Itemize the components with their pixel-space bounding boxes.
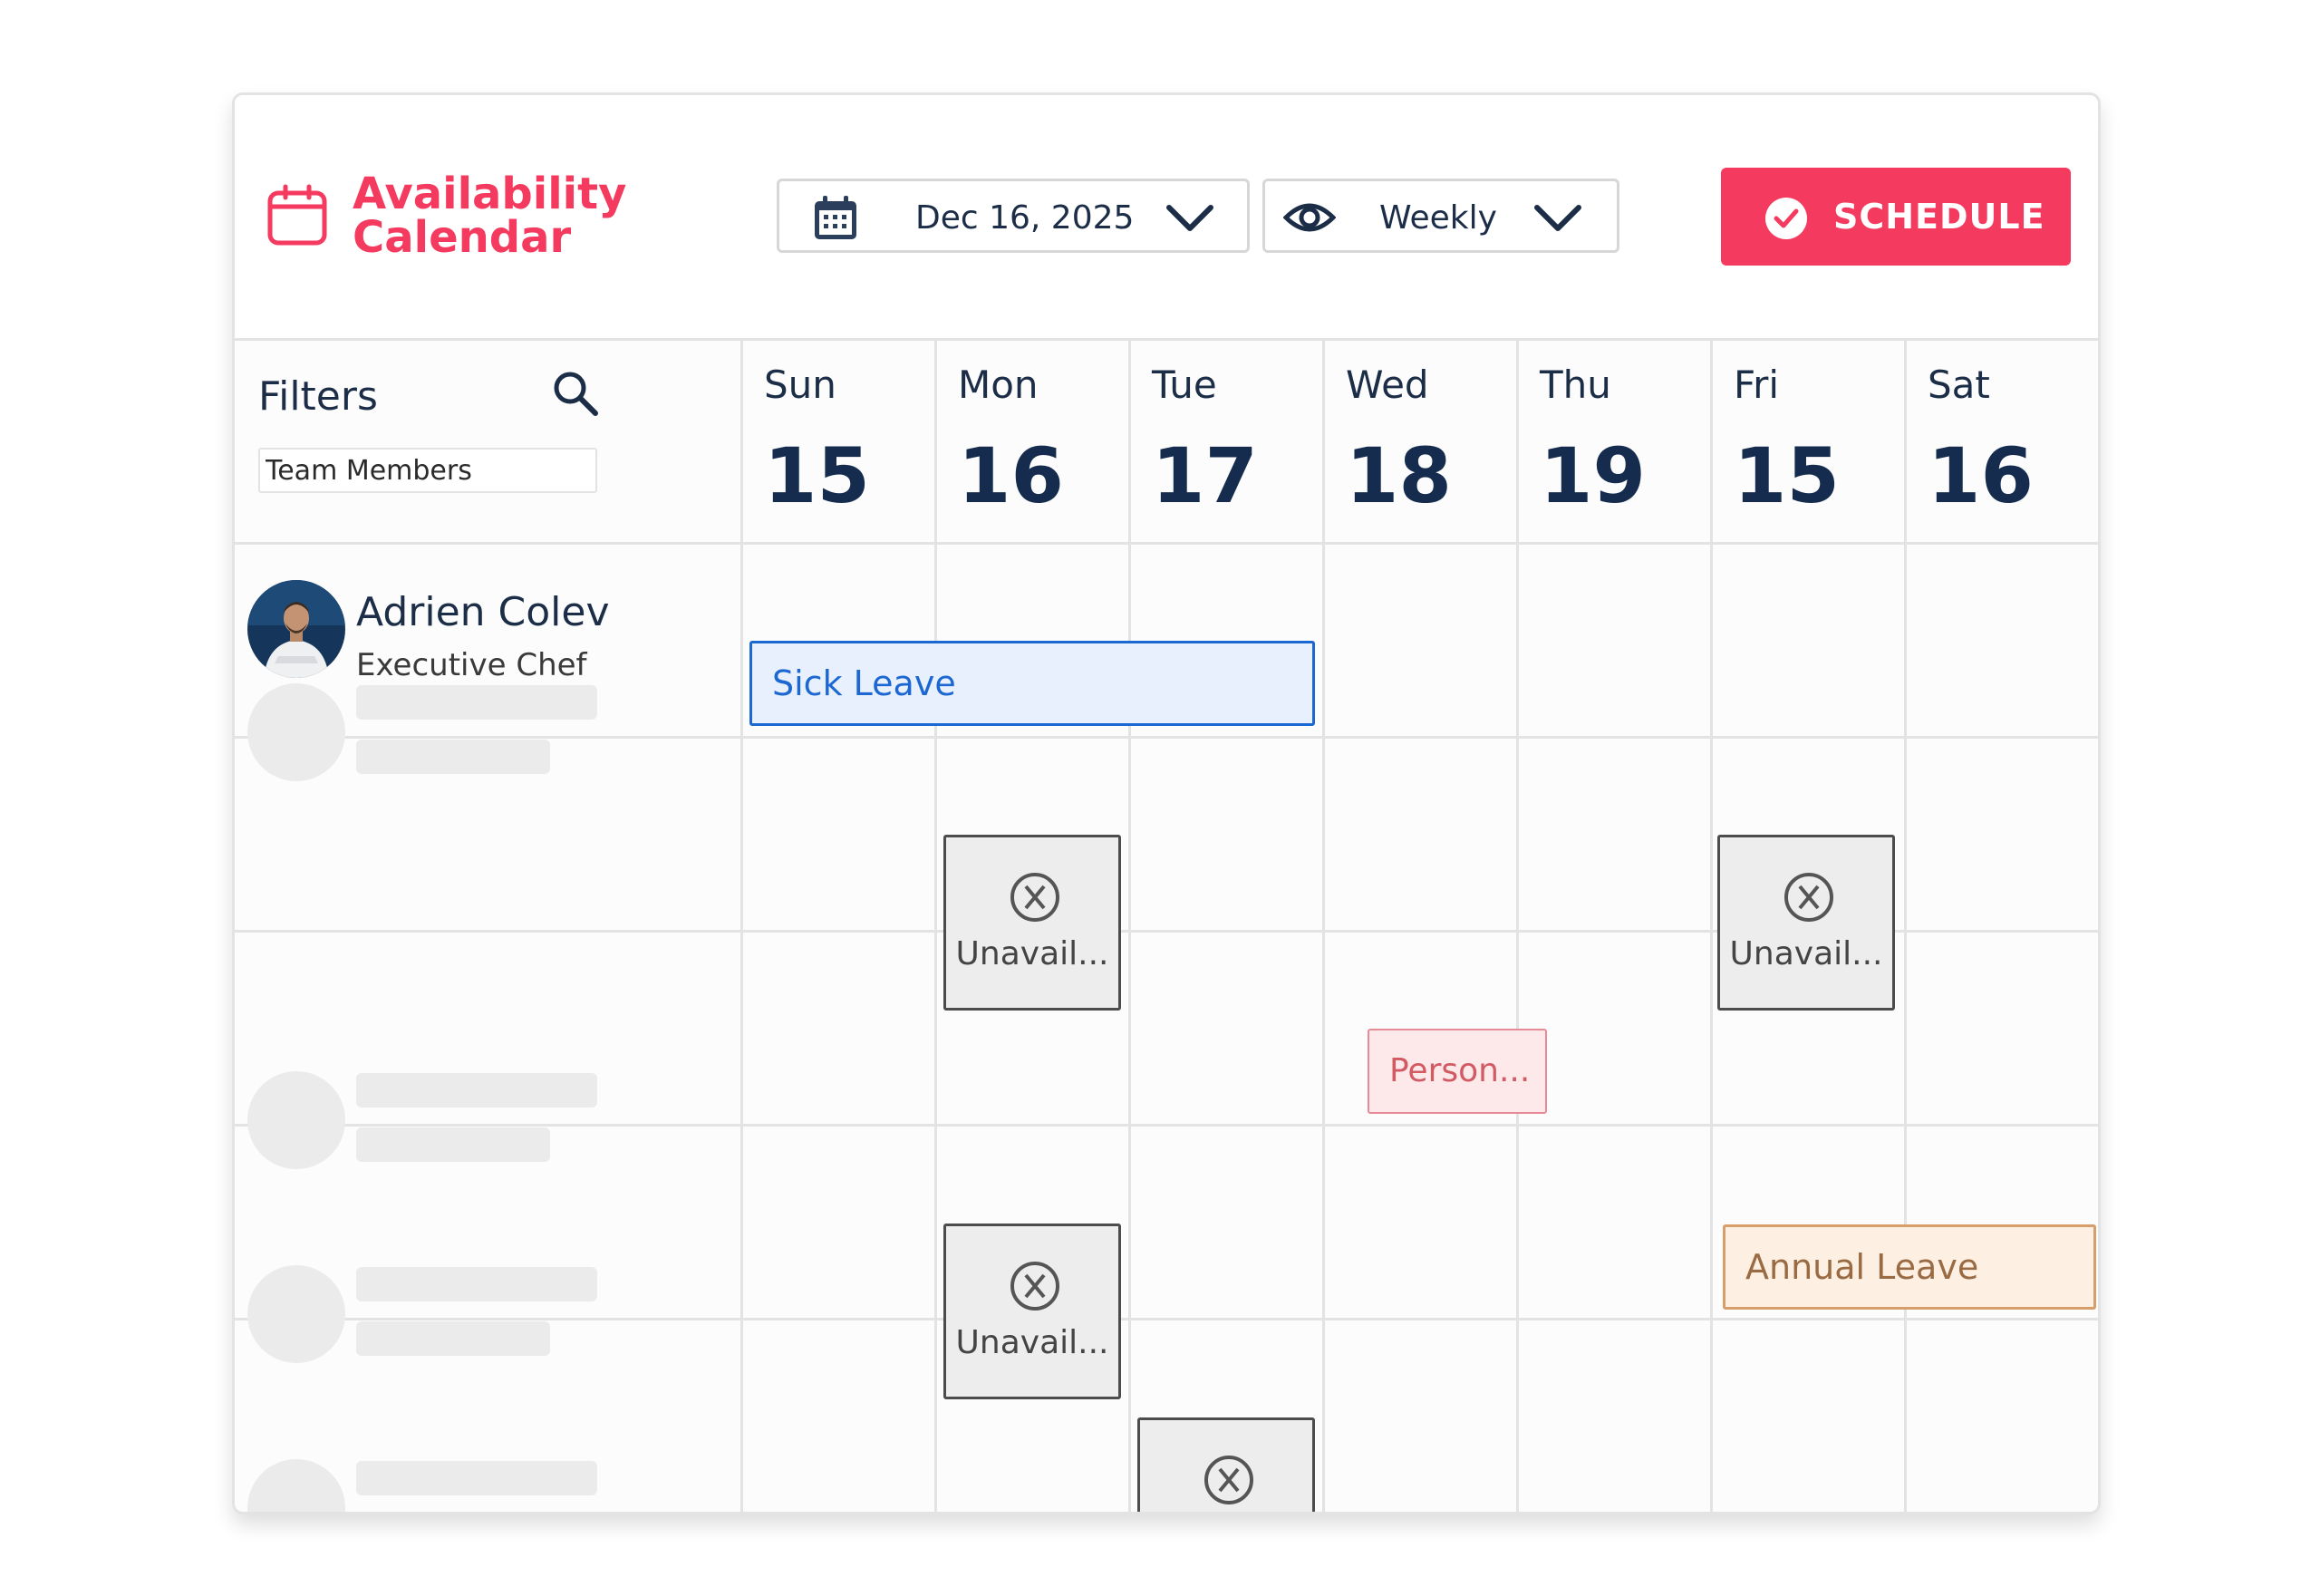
unavailable-event[interactable]: Unavail...: [943, 1224, 1121, 1399]
row-divider: [235, 542, 2098, 545]
unavailable-label: Unavail...: [955, 935, 1109, 972]
day-name-sun: Sun: [764, 363, 836, 407]
close-circle-icon: [1784, 873, 1833, 922]
day-number-thu: 19: [1540, 431, 1646, 520]
role-placeholder: [356, 1321, 550, 1356]
calendar-grid: Filters Sun 15 Mon 16 Tue 17 Wed 18 Thu …: [235, 341, 2098, 1512]
sick-leave-event[interactable]: Sick Leave: [749, 641, 1315, 726]
day-name-sat: Sat: [1928, 363, 1990, 407]
name-placeholder: [356, 1073, 597, 1108]
name-placeholder: [356, 1461, 597, 1495]
selected-date: Dec 16, 2025: [915, 199, 1135, 237]
day-number-fri: 15: [1734, 431, 1840, 520]
column-divider: [1710, 341, 1713, 1512]
day-number-wed: 18: [1346, 431, 1452, 520]
day-name-tue: Tue: [1152, 363, 1217, 407]
calendar-icon: [815, 196, 856, 239]
member-name: Adrien Colev: [356, 589, 610, 635]
filters-heading: Filters: [258, 373, 378, 420]
column-divider: [934, 341, 937, 1512]
day-number-sat: 16: [1928, 431, 2034, 520]
calendar-header: Availability Calendar Dec 16, 2025 Weekl…: [235, 95, 2098, 341]
availability-calendar-card: Availability Calendar Dec 16, 2025 Weekl…: [232, 92, 2101, 1514]
search-icon[interactable]: [550, 368, 601, 419]
eye-icon: [1283, 203, 1336, 232]
title-line-2: Calendar: [353, 212, 572, 263]
view-mode-dropdown[interactable]: Weekly: [1262, 179, 1619, 253]
unavailable-label: Unavail...: [1729, 935, 1883, 972]
day-name-thu: Thu: [1540, 363, 1611, 407]
day-number-tue: 17: [1152, 431, 1258, 520]
schedule-button-label: SCHEDULE: [1833, 197, 2045, 237]
day-name-mon: Mon: [958, 363, 1039, 407]
day-name-fri: Fri: [1734, 363, 1780, 407]
row-divider: [235, 736, 2098, 739]
name-placeholder: [356, 1267, 597, 1301]
role-placeholder: [356, 740, 550, 774]
close-circle-icon: [1204, 1456, 1253, 1504]
schedule-button[interactable]: SCHEDULE: [1721, 168, 2071, 266]
personal-leave-event[interactable]: Person...: [1368, 1029, 1547, 1114]
column-divider: [1128, 341, 1131, 1512]
annual-leave-event[interactable]: Annual Leave: [1723, 1224, 2096, 1310]
date-picker-dropdown[interactable]: Dec 16, 2025: [777, 179, 1250, 253]
avatar-placeholder: [247, 683, 345, 781]
title-line-1: Availability: [353, 169, 627, 219]
check-circle-icon: [1765, 198, 1807, 239]
avatar-placeholder: [247, 1459, 345, 1512]
page-title: Availability Calendar: [353, 172, 626, 259]
column-divider: [1904, 341, 1907, 1512]
close-circle-icon: [1010, 1262, 1059, 1311]
chevron-down-icon: [1166, 205, 1213, 231]
unavailable-label: Unavail...: [955, 1324, 1109, 1361]
avatar: [247, 580, 345, 678]
day-number-mon: 16: [958, 431, 1064, 520]
row-divider: [235, 1124, 2098, 1127]
row-divider: [235, 1318, 2098, 1320]
day-number-sun: 15: [764, 431, 870, 520]
unavailable-event[interactable]: Unavail...: [943, 835, 1121, 1011]
column-divider: [1322, 341, 1325, 1512]
avatar-placeholder: [247, 1071, 345, 1169]
unavailable-event[interactable]: Unavail...: [1137, 1417, 1315, 1512]
selected-view: Weekly: [1379, 199, 1497, 237]
member-role: Executive Chef: [356, 647, 587, 683]
role-placeholder: [356, 1127, 550, 1162]
unavailable-event[interactable]: Unavail...: [1717, 835, 1895, 1011]
calendar-icon: [267, 184, 327, 246]
name-placeholder: [356, 685, 597, 720]
team-members-filter-input[interactable]: [258, 448, 597, 493]
chevron-down-icon: [1534, 205, 1581, 231]
day-name-wed: Wed: [1346, 363, 1429, 407]
close-circle-icon: [1010, 873, 1059, 922]
column-divider: [740, 341, 743, 1512]
avatar-placeholder: [247, 1265, 345, 1363]
column-divider: [1516, 341, 1519, 1512]
